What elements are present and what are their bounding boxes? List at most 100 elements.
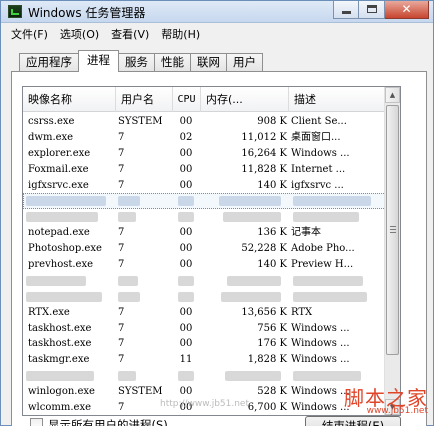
process-memory: 11,012 K <box>241 131 287 143</box>
process-cpu: 00 <box>179 386 193 398</box>
process-image-name: prevhost.exe <box>28 259 94 271</box>
tab-applications[interactable]: 应用程序 <box>19 53 79 72</box>
process-description: RTX <box>291 306 313 318</box>
process-image-name: taskmgr.exe <box>28 354 90 366</box>
process-image-name: Photoshop.exe <box>28 243 102 255</box>
process-memory: 140 K <box>257 179 287 191</box>
menu-options[interactable]: 选项(O) <box>54 24 105 44</box>
process-user-name: SYSTEM <box>118 386 163 398</box>
process-cpu: 00 <box>179 338 193 350</box>
close-button[interactable]: ✕ <box>385 1 429 19</box>
process-user-name: 7 <box>118 179 125 191</box>
process-user-name: 7 <box>118 243 125 255</box>
process-cpu: 00 <box>179 147 193 159</box>
menu-file[interactable]: 文件(F) <box>5 24 54 44</box>
process-cpu: 02 <box>179 131 193 143</box>
process-row[interactable]: notepad.exe 7 00 136 K 记事本 <box>23 225 386 241</box>
redacted-cell <box>293 196 371 207</box>
process-row[interactable] <box>23 289 386 305</box>
process-row[interactable]: RTX.exe 7 00 13,656 K RTX <box>23 305 386 321</box>
process-row[interactable]: explorer.exe 7 00 16,264 K Windows ... <box>23 146 386 162</box>
process-cpu: 00 <box>179 243 193 255</box>
process-cpu: 00 <box>179 227 193 239</box>
tab-processes[interactable]: 进程 <box>78 50 119 72</box>
process-row[interactable]: prevhost.exe 7 00 140 K Preview H... <box>23 257 386 273</box>
title-bar[interactable]: Windows 任务管理器 ✕ <box>1 1 433 23</box>
redacted-cell <box>227 275 281 286</box>
tab-strip: 应用程序 进程 服务 性能 联网 用户 <box>19 50 263 72</box>
minimize-icon <box>342 11 351 14</box>
process-description: Windows ... <box>291 338 350 350</box>
process-user-name: 7 <box>118 163 125 175</box>
vertical-scrollbar[interactable]: ▲ ▼ <box>384 87 400 415</box>
tab-services[interactable]: 服务 <box>118 53 155 72</box>
process-row[interactable]: taskmgr.exe 7 11 1,828 K Windows ... <box>23 352 386 368</box>
column-image-name[interactable]: 映像名称 <box>23 87 116 112</box>
process-user-name: 7 <box>118 227 125 239</box>
process-row[interactable] <box>23 193 386 210</box>
process-user-name: 7 <box>118 354 125 366</box>
redacted-cell <box>26 291 102 302</box>
process-description: Internet ... <box>291 163 346 175</box>
redacted-cell <box>118 371 136 382</box>
process-memory: 908 K <box>257 116 287 127</box>
process-memory: 528 K <box>257 386 287 398</box>
process-row[interactable]: Photoshop.exe 7 00 52,228 K Adobe Pho... <box>23 241 386 257</box>
menu-bar: 文件(F) 选项(O) 查看(V) 帮助(H) <box>1 24 433 44</box>
process-memory: 1,828 K <box>247 354 287 366</box>
process-user-name: 7 <box>118 259 125 271</box>
redacted-cell <box>223 212 281 223</box>
column-user-name[interactable]: 用户名 <box>116 87 173 112</box>
process-memory: 136 K <box>257 227 287 239</box>
process-memory: 176 K <box>257 338 287 350</box>
process-image-name: winlogon.exe <box>28 386 95 398</box>
process-row[interactable]: csrss.exe SYSTEM 00 908 K Client Se... <box>23 114 386 130</box>
process-cpu: 00 <box>179 322 193 334</box>
process-row[interactable]: dwm.exe 7 02 11,012 K 桌面窗口... <box>23 130 386 146</box>
redacted-cell <box>118 212 136 223</box>
watermark-faint-url: http://www.jb51.net <box>160 399 249 409</box>
redacted-cell <box>178 275 194 286</box>
process-user-name: SYSTEM <box>118 116 163 127</box>
process-image-name: dwm.exe <box>28 131 74 143</box>
process-row[interactable]: taskhost.exe 7 00 756 K Windows ... <box>23 321 386 337</box>
redacted-cell <box>178 371 194 382</box>
process-description: 桌面窗口... <box>291 131 341 143</box>
tab-performance[interactable]: 性能 <box>154 53 191 72</box>
column-description[interactable]: 描述 <box>289 87 386 112</box>
redacted-cell <box>221 291 281 302</box>
maximize-button[interactable] <box>359 1 385 19</box>
minimize-button[interactable] <box>333 1 359 19</box>
redacted-cell <box>219 196 281 207</box>
scroll-up-icon[interactable]: ▲ <box>385 87 400 103</box>
show-all-users-label[interactable]: 显示所有用户的进程(S) <box>48 417 168 426</box>
process-row[interactable] <box>23 273 386 289</box>
process-row[interactable] <box>23 209 386 225</box>
redacted-cell <box>26 196 106 207</box>
window-title: Windows 任务管理器 <box>28 6 146 20</box>
redacted-cell <box>178 196 194 207</box>
process-list[interactable]: 映像名称 用户名 CPU 内存(... 描述 csrss.exe SYSTEM 00… <box>22 86 401 416</box>
column-memory[interactable]: 内存(... <box>201 87 289 112</box>
process-cpu: 11 <box>179 354 193 366</box>
show-all-users-checkbox[interactable] <box>30 418 43 426</box>
watermark: 脚本之家 www.jb51.net <box>326 382 434 426</box>
tab-users[interactable]: 用户 <box>226 53 263 72</box>
menu-help[interactable]: 帮助(H) <box>155 24 206 44</box>
caption-buttons: ✕ <box>333 1 429 19</box>
process-row[interactable]: taskhost.exe 7 00 176 K Windows ... <box>23 336 386 352</box>
process-memory: 756 K <box>257 322 287 334</box>
scroll-thumb[interactable] <box>386 105 399 355</box>
column-cpu[interactable]: CPU <box>173 87 201 112</box>
process-row[interactable]: igfxsrvc.exe 7 00 140 K igfxsrvc ... <box>23 178 386 194</box>
tab-networking[interactable]: 联网 <box>190 53 227 72</box>
menu-view[interactable]: 查看(V) <box>105 24 155 44</box>
redacted-cell <box>118 275 138 286</box>
process-cpu: 00 <box>179 306 193 318</box>
redacted-cell <box>26 275 86 286</box>
process-description: Windows ... <box>291 354 350 366</box>
redacted-cell <box>293 212 359 223</box>
process-image-name: taskhost.exe <box>28 338 92 350</box>
process-row[interactable]: Foxmail.exe 7 00 11,828 K Internet ... <box>23 162 386 178</box>
redacted-cell <box>293 371 361 382</box>
